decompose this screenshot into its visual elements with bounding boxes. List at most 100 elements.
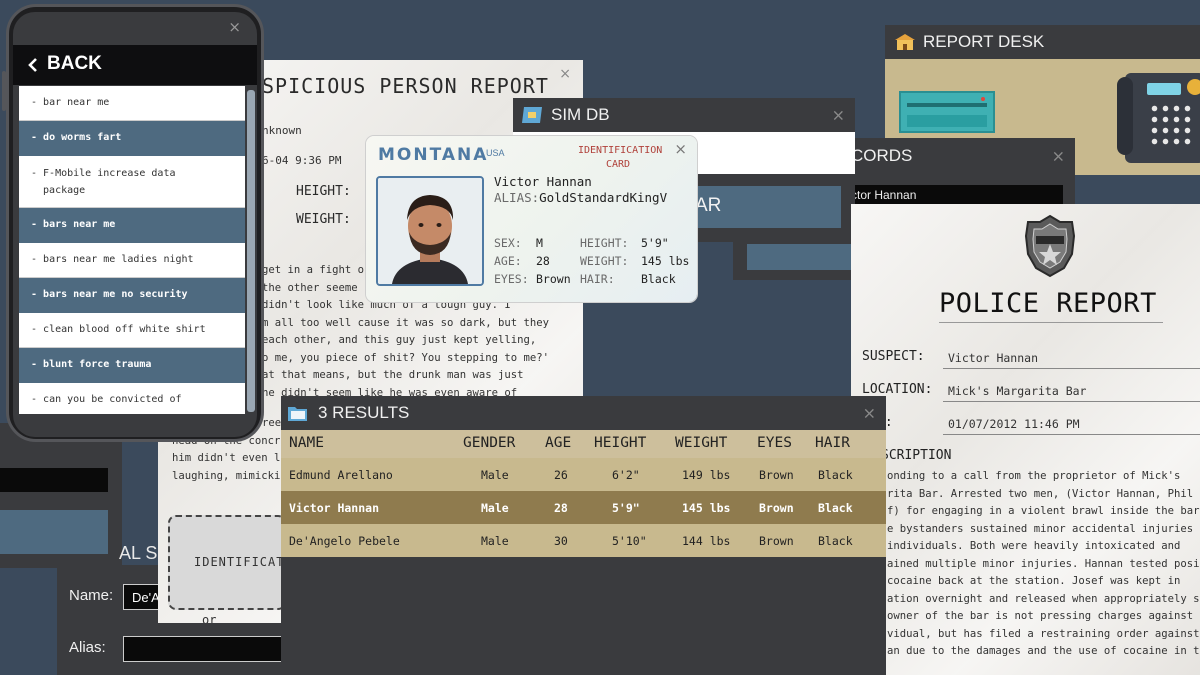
header-age: AGE <box>545 435 572 451</box>
report-weight-label: WEIGHT: <box>296 212 351 227</box>
id-hair-label: HAIR: <box>580 272 615 286</box>
sim-db-search-label: AR <box>695 195 722 216</box>
history-item-label: can you be convicted of <box>43 394 182 405</box>
cell-height: 5'10" <box>612 534 647 548</box>
portrait-icon <box>378 178 482 284</box>
history-item-label: clean blood off white shirt <box>43 324 206 335</box>
printer-light <box>981 97 985 101</box>
history-item[interactable]: - do worms fart <box>19 121 245 156</box>
records-title: CORDS <box>851 146 913 165</box>
narrative-line: laughing, mimicki <box>172 469 281 482</box>
location-value: Mick's Margarita Bar <box>948 384 1087 398</box>
id-alias-label: ALIAS: <box>494 190 540 205</box>
description-line: owner of the bar is not pressing charges… <box>887 610 1200 622</box>
history-item[interactable]: - bar near me <box>19 86 245 121</box>
history-item[interactable]: - clean blood off white shirt <box>19 313 245 348</box>
left-blue-button[interactable] <box>0 510 108 554</box>
id-weight-value: 145 lbs <box>641 254 690 268</box>
id-alias-row: ALIAS:GoldStandardKingV <box>494 190 667 205</box>
results-window[interactable]: 3 RESULTS × NAME GENDER AGE HEIGHT WEIGH… <box>281 396 886 675</box>
history-item-label: bars near me <box>43 219 116 230</box>
sim-db-titlebar: SIM DB × <box>513 98 855 132</box>
narrative-line: o me, you piece of shit? You stepping to… <box>262 351 550 364</box>
id-sex-label: SEX: <box>494 236 522 250</box>
id-height-label: HEIGHT: <box>580 236 629 250</box>
sim-card-icon <box>522 107 542 123</box>
name-field-value: De'A <box>132 590 160 605</box>
phone-back-button[interactable]: BACK <box>13 45 257 85</box>
description-line: cocaine back at the station. Josef was k… <box>887 575 1181 587</box>
building-icon <box>895 34 915 50</box>
id-card-close-button[interactable]: × <box>674 140 687 158</box>
phone-back-label: BACK <box>47 53 102 74</box>
cell-hair: Black <box>818 501 853 515</box>
alias-field[interactable] <box>123 636 287 662</box>
printer-slot <box>907 103 987 107</box>
description-line: f) for engaging in a violent brawl insid… <box>887 505 1200 517</box>
cell-gender: Male <box>481 468 509 482</box>
phone-close-button[interactable]: × <box>228 18 241 36</box>
id-hair-value: Black <box>641 272 676 286</box>
records-name-field[interactable]: ctor Hannan <box>845 185 1063 205</box>
history-item[interactable]: - can you be convicted of <box>19 383 245 414</box>
cell-eyes: Brown <box>759 501 794 515</box>
description-line: an due to the damages and the use of coc… <box>887 645 1200 657</box>
narrative-line: m all too well cause it was so dark, but… <box>262 316 550 329</box>
form-partial-title: AL S <box>119 543 158 563</box>
cell-name: Edmund Arellano <box>289 468 393 482</box>
search-history-list: - bar near me - do worms fart - F-Mobile … <box>19 86 245 414</box>
history-item[interactable]: - F-Mobile increase data package <box>19 156 245 208</box>
phone-handset <box>1117 77 1133 155</box>
description-label: SCRIPTION <box>881 448 952 463</box>
cell-age: 28 <box>554 501 568 515</box>
cell-name: De'Angelo Pebele <box>289 534 400 548</box>
id-photo <box>376 176 484 286</box>
report-datetime-value: 6-04 9:36 PM <box>262 154 342 167</box>
history-item-label: blunt force trauma <box>43 359 152 370</box>
report-desk-titlebar: REPORT DESK <box>885 25 1200 59</box>
id-age-label: AGE: <box>494 254 522 268</box>
report-name-value: nknown <box>262 124 302 137</box>
table-row-selected[interactable]: Victor Hannan Male 28 5'9" 145 lbs Brown… <box>281 491 886 524</box>
history-item[interactable]: - bars near me no security <box>19 278 245 313</box>
suspect-label: SUSPECT: <box>862 349 925 364</box>
history-item[interactable]: - bars near me ladies night <box>19 243 245 278</box>
records-close-button[interactable]: × <box>1052 147 1065 166</box>
history-item-label: do worms fart <box>43 132 122 143</box>
results-title: 3 RESULTS <box>318 403 410 422</box>
history-item[interactable]: - bars near me <box>19 208 245 243</box>
results-close-button[interactable]: × <box>863 404 876 423</box>
left-black-input[interactable] <box>0 468 108 492</box>
cell-age: 26 <box>554 468 568 482</box>
location-underline <box>943 401 1200 402</box>
cell-gender: Male <box>481 534 509 548</box>
id-drop-label: IDENTIFICATI <box>194 555 293 569</box>
alias-label: Alias: <box>69 639 106 656</box>
police-report[interactable]: POLICE REPORT SUSPECT: Victor Hannan LOC… <box>851 204 1200 675</box>
id-drop-zone[interactable]: IDENTIFICATI <box>168 515 292 610</box>
location-label: LOCATION: <box>862 382 933 397</box>
id-card[interactable]: MONTANA USA IDENTIFICATION CARD × Victor… <box>366 136 697 302</box>
description-body: onding to a call from the proprietor of … <box>887 468 1200 661</box>
phone-side-button[interactable] <box>2 71 6 111</box>
id-height-value: 5'9" <box>641 236 669 250</box>
table-row[interactable]: De'Angelo Pebele Male 30 5'10" 144 lbs B… <box>281 524 886 557</box>
printer-base <box>907 115 987 127</box>
history-item[interactable]: - blunt force trauma <box>19 348 245 383</box>
sim-db-search-button[interactable]: AR <box>673 186 841 228</box>
phone-screen <box>1147 83 1181 95</box>
sim-db-close-button[interactable]: × <box>832 106 845 125</box>
telephone-icon[interactable] <box>1117 73 1200 163</box>
report-close-button[interactable]: × <box>559 66 571 82</box>
description-line: ained multiple minor injuries. Hannan te… <box>887 557 1200 570</box>
phone-device[interactable]: × BACK - bar near me - do worms fart - F-… <box>2 4 264 442</box>
printer-icon[interactable] <box>899 91 995 133</box>
table-row[interactable]: Edmund Arellano Male 26 6'2" 149 lbs Bro… <box>281 458 886 491</box>
cell-weight: 149 lbs <box>682 468 731 482</box>
name-label: Name: <box>69 587 114 604</box>
phone-scrollbar[interactable] <box>247 90 255 412</box>
records-search-button[interactable] <box>747 244 857 270</box>
title-underline <box>939 322 1163 323</box>
records-name-value: ctor Hannan <box>851 188 917 202</box>
folder-icon <box>288 407 307 421</box>
